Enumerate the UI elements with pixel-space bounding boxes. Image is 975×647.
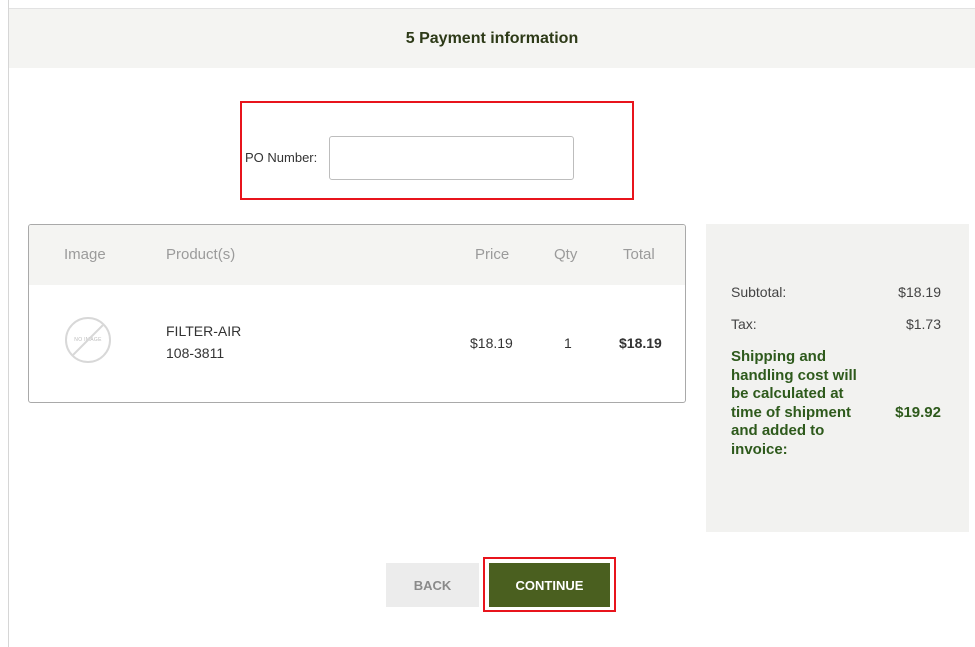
column-header-qty: Qty [554,246,578,263]
table-header: Image Product(s) Price Qty Total [29,225,685,285]
product-part-number: 108-3811 [166,345,225,361]
product-name: FILTER-AIR [166,323,242,339]
column-header-price: Price [475,246,510,263]
product-table: Image Product(s) Price Qty Total NO IMAG… [28,224,686,403]
page-left-border [8,0,9,647]
tax-value: $1.73 [905,316,941,332]
section-title: 5 Payment information [405,29,579,47]
subtotal-value: $18.19 [898,284,941,300]
column-header-total: Total [623,246,655,263]
po-number-label: PO Number: [245,150,318,165]
product-price: $18.19 [470,335,513,351]
shipping-total-value: $19.92 [895,404,941,421]
column-header-products: Product(s) [166,246,236,263]
tax-label: Tax: [731,316,757,332]
subtotal-label: Subtotal: [731,284,787,300]
column-header-image: Image [64,246,106,263]
po-number-input[interactable] [329,136,574,180]
section-header: 5 Payment information [9,8,975,68]
continue-button[interactable]: CONTINUE [489,563,610,607]
product-qty: 1 [564,335,572,351]
back-button[interactable]: BACK [386,563,479,607]
order-summary: Subtotal: $18.19 Tax: $1.73 Shipping and… [706,224,969,532]
shipping-label: Shipping and handling cost will be calcu… [731,348,857,458]
no-image-icon: NO IMAGE [65,317,111,363]
product-total: $18.19 [619,335,662,351]
